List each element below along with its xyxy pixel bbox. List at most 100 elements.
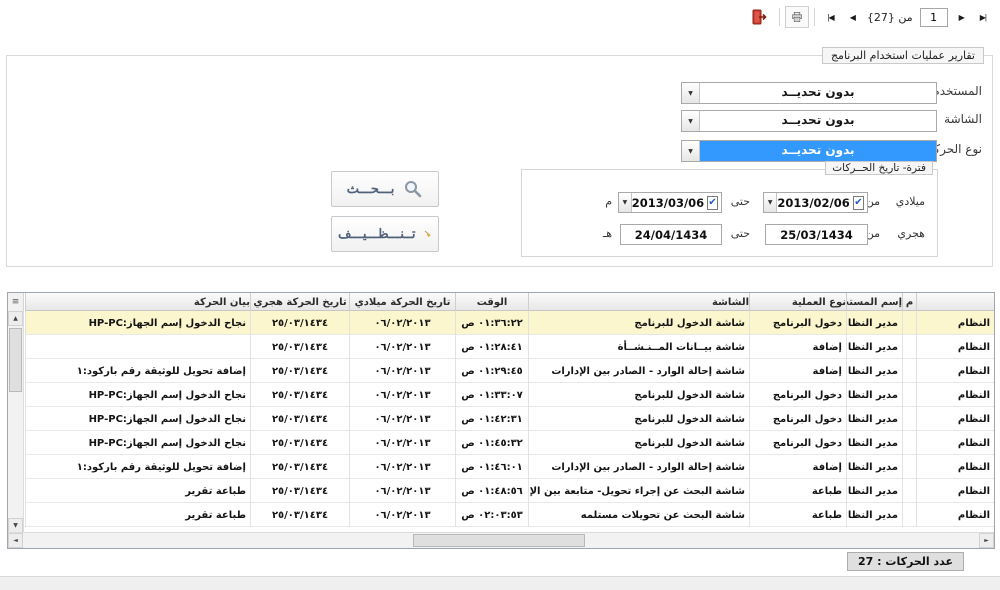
exit-icon [751, 9, 767, 25]
table-row[interactable]: النظاممدير النظامإضافةشاشة بيــانات المـ… [25, 335, 994, 359]
scroll-left-button[interactable]: ◄ [8, 533, 23, 548]
grid-body: النظاممدير النظامدخول البرنامجشاشة الدخو… [25, 311, 994, 533]
column-header[interactable] [916, 293, 994, 311]
table-cell: ٢٥/٠٣/١٤٣٤ [250, 359, 349, 383]
action-type-filter-combo[interactable]: بدون تحديــد ▼ [681, 140, 937, 162]
vertical-scrollbar[interactable]: ▲ ▼ [8, 311, 24, 533]
nav-position-input[interactable] [920, 8, 948, 27]
table-cell: شاشة إحالة الوارد - الصادر بين الإدارات [528, 359, 749, 383]
dropdown-button[interactable]: ▼ [682, 111, 700, 131]
down-arrow-icon: ▼ [13, 522, 18, 529]
table-cell: نجاح الدخول إسم الجهاز:HP-PC [25, 311, 250, 335]
date-value: 2013/02/06 [777, 196, 849, 210]
check-icon: ✔ [854, 198, 862, 208]
table-row[interactable]: النظاممدير النظامدخول البرنامجشاشة الدخو… [25, 383, 994, 407]
hijri-to-input[interactable] [620, 224, 722, 245]
table-cell: مدير النظام [846, 503, 902, 527]
table-cell: ٠٦/٠٢/٢٠١٣ [349, 311, 455, 335]
top-toolbar: ▶| ▶ من {27} ◀ |◀ [743, 5, 994, 29]
search-button[interactable]: بـــحـــث [331, 171, 439, 207]
status-count-chip: عدد الحركات : 27 [847, 552, 964, 571]
clean-button[interactable]: تــنـــظـــيـــف [331, 216, 439, 252]
check-icon: ✔ [708, 198, 716, 208]
broom-icon [424, 224, 432, 244]
filter-panel: تقارير عمليات استخدام البرنامج المستخدم:… [6, 55, 993, 267]
vertical-scroll-thumb[interactable] [9, 328, 22, 392]
table-cell: إضافة تحويل للوثيقة رقم باركود:١ [25, 455, 250, 479]
table-cell: ٢٥/٠٣/١٤٣٤ [250, 407, 349, 431]
nav-move-last-button[interactable]: |◀ [820, 7, 840, 27]
table-cell: إضافة [749, 455, 846, 479]
horizontal-scroll-thumb[interactable] [413, 534, 585, 547]
hijri-from-input[interactable] [765, 224, 868, 245]
user-filter-combo[interactable]: بدون تحديــد ▼ [681, 82, 937, 104]
table-cell: ٠٦/٠٢/٢٠١٣ [349, 335, 455, 359]
column-header[interactable]: إسم المستخدم [846, 293, 902, 311]
date-enabled-checkbox[interactable]: ✔ [707, 196, 718, 210]
nav-move-next-button[interactable]: ◀ [843, 7, 862, 27]
table-cell: ٠١:٤٢:٣١ ص [455, 407, 528, 431]
table-cell: ٠١:٢٨:٤١ ص [455, 335, 528, 359]
hijri-label: هجري [897, 227, 925, 240]
table-row[interactable]: النظاممدير النظامدخول البرنامجشاشة الدخو… [25, 407, 994, 431]
move-prev-icon: ▶ [959, 13, 964, 22]
exit-button[interactable] [744, 7, 774, 27]
table-cell [902, 455, 916, 479]
table-cell: ٢٥/٠٣/١٤٣٤ [250, 479, 349, 503]
column-header[interactable]: تاريخ الحركة هجري [250, 293, 349, 311]
table-cell: إضافة [749, 335, 846, 359]
table-cell: ٠٦/٠٢/٢٠١٣ [349, 431, 455, 455]
combo-value: بدون تحديــد [700, 111, 936, 131]
table-cell: شاشة البحث عن تحويلات مستلمه [528, 503, 749, 527]
table-cell: النظام [916, 359, 994, 383]
nav-move-prev-button[interactable]: ▶ [952, 7, 971, 27]
table-row[interactable]: النظاممدير النظامإضافةشاشة إحالة الوارد … [25, 359, 994, 383]
status-count-label: عدد الحركات : [877, 555, 953, 568]
column-header[interactable]: م [902, 293, 916, 311]
nav-move-first-button[interactable]: ▶| [973, 7, 993, 27]
to-label: حتى [731, 227, 750, 240]
table-cell: ٠٦/٠٢/٢٠١٣ [349, 479, 455, 503]
print-button[interactable] [785, 6, 809, 28]
scroll-down-button[interactable]: ▼ [8, 518, 23, 533]
table-cell: ٢٥/٠٣/١٤٣٤ [250, 335, 349, 359]
table-cell: ٠٦/٠٢/٢٠١٣ [349, 455, 455, 479]
table-row[interactable]: النظاممدير النظامطباعةشاشة البحث عن تحوي… [25, 503, 994, 527]
table-cell: دخول البرنامج [749, 407, 846, 431]
right-arrow-icon: ► [984, 537, 989, 544]
column-header[interactable]: بيان الحركة [25, 293, 250, 311]
scroll-up-button[interactable]: ▲ [8, 311, 23, 326]
gregorian-label: ميلادي [896, 195, 925, 208]
table-cell: ٠١:٣٦:٢٢ ص [455, 311, 528, 335]
dropdown-button[interactable]: ▼ [619, 193, 632, 212]
dropdown-button[interactable]: ▼ [764, 193, 777, 212]
table-cell: ٠٢:٠٣:٥٣ ص [455, 503, 528, 527]
dropdown-button[interactable]: ▼ [682, 141, 700, 161]
scroll-right-button[interactable]: ► [979, 533, 994, 548]
move-last-icon: |◀ [827, 13, 833, 22]
grid-corner-button[interactable]: ≡ [8, 293, 24, 312]
table-cell: شاشة الدخول للبرنامج [528, 311, 749, 335]
column-header[interactable]: تاريخ الحركة ميلادي [349, 293, 455, 311]
gregorian-from-datepicker[interactable]: ✔ 2013/02/06 ▼ [763, 192, 868, 213]
table-row[interactable]: النظاممدير النظامدخول البرنامجشاشة الدخو… [25, 311, 994, 335]
table-cell [902, 311, 916, 335]
app-window: ▶| ▶ من {27} ◀ |◀ تقارير عمليات است [0, 0, 1000, 590]
column-header[interactable]: نوع العملية [749, 293, 846, 311]
column-header[interactable]: الوقت [455, 293, 528, 311]
dropdown-button[interactable]: ▼ [682, 83, 700, 103]
date-enabled-checkbox[interactable]: ✔ [853, 196, 864, 210]
table-row[interactable]: النظاممدير النظامطباعةشاشة البحث عن إجرا… [25, 479, 994, 503]
table-cell: ٠٦/٠٢/٢٠١٣ [349, 383, 455, 407]
table-cell: ٠٦/٠٢/٢٠١٣ [349, 503, 455, 527]
table-cell: شاشة الدخول للبرنامج [528, 407, 749, 431]
table-cell: نجاح الدخول إسم الجهاز:HP-PC [25, 431, 250, 455]
column-header[interactable]: الشاشة [528, 293, 749, 311]
table-cell [25, 335, 250, 359]
table-cell: مدير النظام [846, 431, 902, 455]
screen-filter-combo[interactable]: بدون تحديــد ▼ [681, 110, 937, 132]
horizontal-scrollbar[interactable]: ◄ ► [8, 532, 994, 548]
table-row[interactable]: النظاممدير النظامدخول البرنامجشاشة الدخو… [25, 431, 994, 455]
gregorian-to-datepicker[interactable]: ✔ 2013/03/06 ▼ [618, 192, 722, 213]
table-row[interactable]: النظاممدير النظامإضافةشاشة إحالة الوارد … [25, 455, 994, 479]
